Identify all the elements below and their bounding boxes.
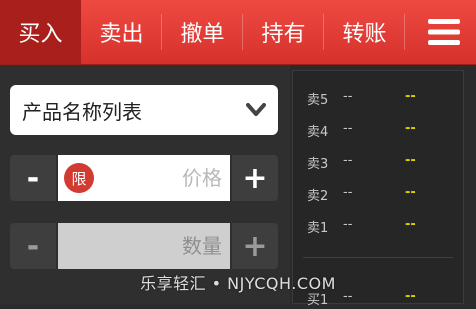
limit-order-badge[interactable]: 限: [64, 163, 94, 193]
ask-row: 卖1 -- --: [293, 217, 463, 237]
order-book-panel: 卖5 -- -- 卖4 -- -- 卖3 -- -- 卖2 -- -- 卖1 -…: [292, 70, 464, 308]
tab-sell[interactable]: 卖出: [81, 0, 162, 64]
price-increase-button[interactable]: +: [232, 155, 278, 201]
price-field: 限: [58, 155, 230, 201]
quantity-decrease-button[interactable]: -: [10, 223, 56, 269]
menu-button[interactable]: [412, 0, 476, 64]
tab-holdings[interactable]: 持有: [243, 0, 324, 64]
order-book-divider: [303, 257, 453, 258]
ask-price: --: [343, 217, 353, 232]
ask-volume: --: [405, 153, 416, 168]
ask-level: 卖1: [307, 221, 329, 236]
top-nav-bar: 买入 卖出 撤单 持有 转账: [0, 0, 476, 65]
ask-price: --: [343, 121, 353, 136]
ask-level: 卖4: [307, 125, 329, 140]
ask-row: 卖4 -- --: [293, 121, 463, 141]
price-decrease-button[interactable]: -: [10, 155, 56, 201]
quantity-input[interactable]: [58, 223, 230, 269]
ask-price: --: [343, 89, 353, 104]
ask-volume: --: [405, 89, 416, 104]
ask-level: 卖3: [307, 157, 329, 172]
ask-row: 卖3 -- --: [293, 153, 463, 173]
quantity-row: - +: [10, 223, 278, 269]
ask-volume: --: [405, 217, 416, 232]
ask-row: 卖5 -- --: [293, 89, 463, 109]
ask-volume: --: [405, 185, 416, 200]
price-row: - 限 +: [10, 155, 278, 201]
ask-row: 卖2 -- --: [293, 185, 463, 205]
quantity-increase-button[interactable]: +: [232, 223, 278, 269]
ask-level: 卖5: [307, 93, 329, 108]
product-select-label: 产品名称列表: [22, 99, 142, 124]
chevron-down-icon: [246, 103, 266, 116]
tab-buy[interactable]: 买入: [0, 0, 81, 64]
ask-price: --: [343, 185, 353, 200]
ask-level: 卖2: [307, 189, 329, 204]
tab-cancel-order[interactable]: 撤单: [162, 0, 243, 64]
order-form-panel: 产品名称列表 - 限 + - +: [0, 65, 290, 304]
product-name-select[interactable]: 产品名称列表: [10, 85, 278, 135]
ask-price: --: [343, 153, 353, 168]
watermark-text: 乐享轻汇 • NJYCQH.COM: [140, 274, 336, 293]
tab-transfer[interactable]: 转账: [324, 0, 405, 64]
quantity-field: [58, 223, 230, 269]
hamburger-menu-icon: [428, 19, 460, 45]
ask-volume: --: [405, 121, 416, 136]
